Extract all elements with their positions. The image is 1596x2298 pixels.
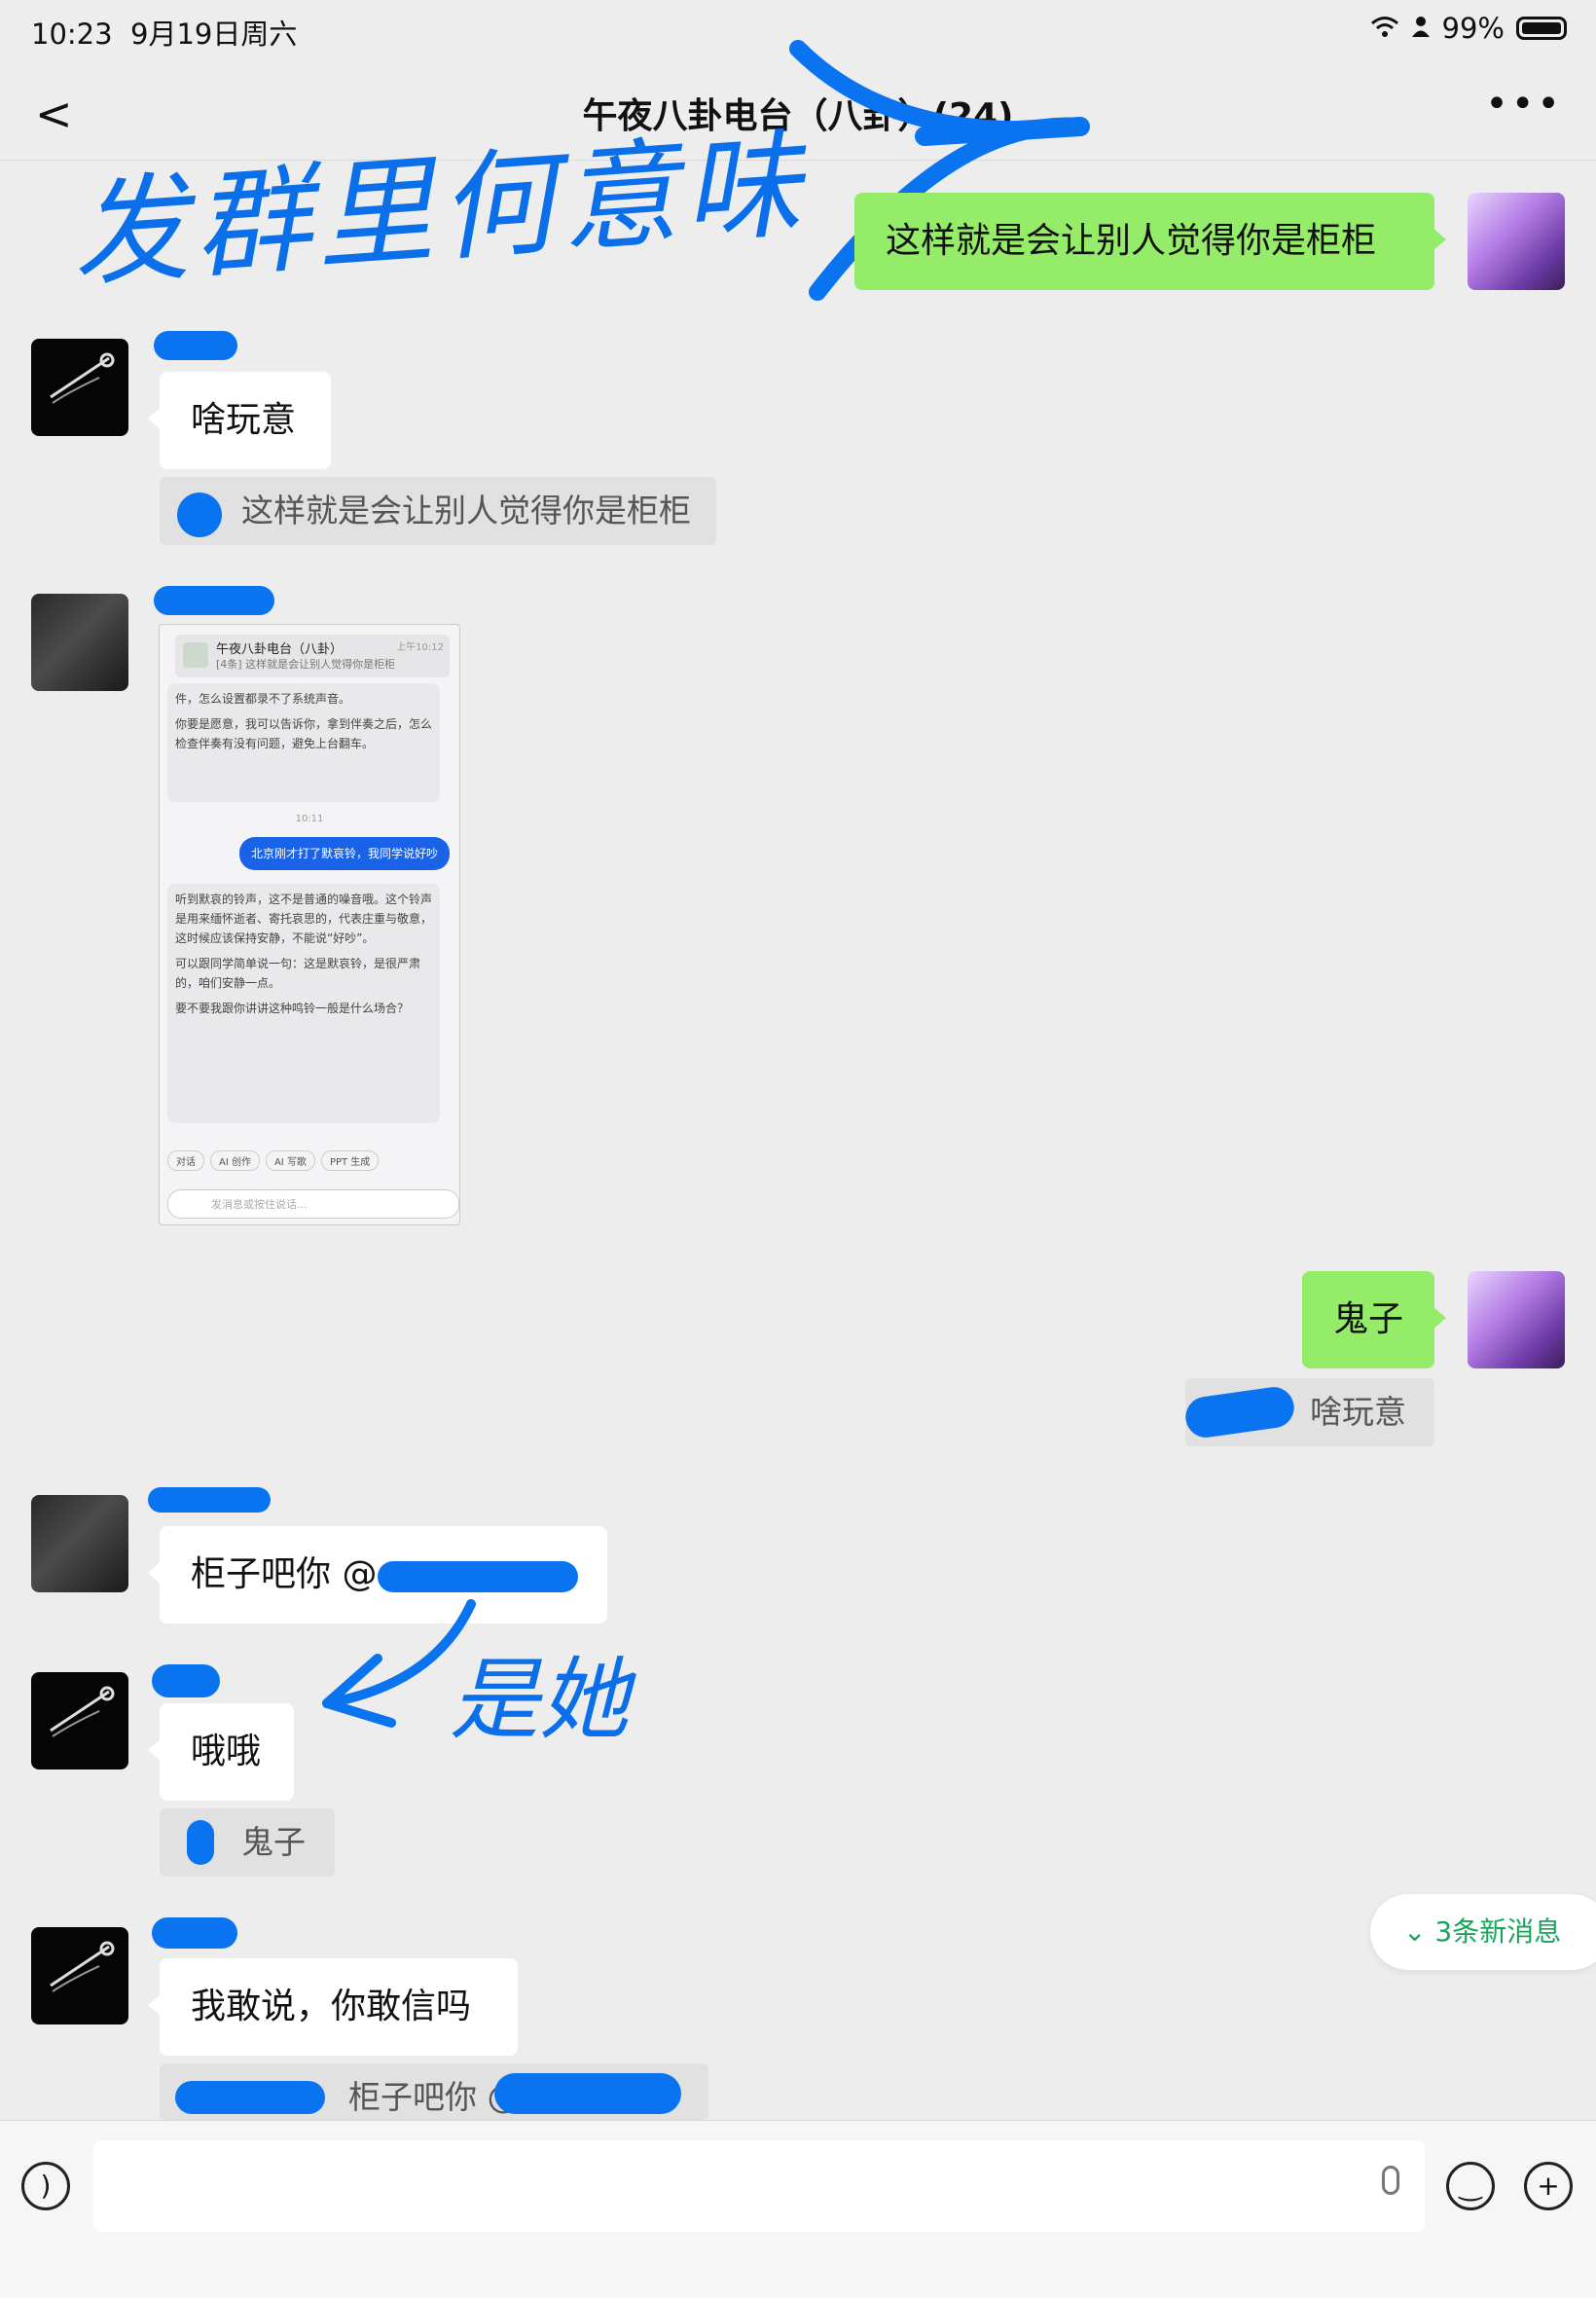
shot-chip: AI 写歌	[265, 1150, 315, 1171]
message-text: 这样就是会让别人觉得你是柜柜	[886, 221, 1377, 261]
avatar-self[interactable]	[1468, 193, 1565, 290]
status-right: 99%	[1370, 12, 1567, 45]
message-bubble-other[interactable]: 我敢说，你敢信吗	[148, 1958, 518, 2056]
message-bubble-other[interactable]: 啥玩意	[148, 372, 331, 469]
shot-paragraph: 件，怎么设置都录不了系统声音。	[175, 692, 351, 706]
group-thumbnail-icon	[183, 642, 208, 668]
new-messages-button[interactable]: ⌄ 3条新消息	[1370, 1894, 1596, 1970]
shot-chip: 对话	[167, 1150, 204, 1171]
redaction-scribble	[177, 492, 222, 537]
safety-pin-icon	[50, 352, 115, 404]
shot-paragraph: 你要是愿意，我可以告诉你，拿到伴奏之后，怎么检查伴奏有没有问题，避免上台翻车。	[175, 717, 433, 750]
shot-chips: 对话 AI 创作 AI 写歌 PPT 生成	[167, 1150, 384, 1171]
redaction-scribble	[154, 586, 274, 615]
redaction-scribble	[152, 1664, 220, 1697]
shot-user-message: 北京刚才打了默哀铃，我同学说好吵	[238, 837, 450, 870]
shot-input: 发消息或按住说话...	[167, 1189, 459, 1219]
shot-header-time: 上午10:12	[396, 642, 444, 653]
shot-paragraph: 可以跟同学简单说一句：这是默哀铃，是很严肃的，咱们安静一点。	[175, 957, 421, 990]
voice-icon: )	[40, 2170, 52, 2202]
shot-header: 午夜八卦电台（八卦） [4条] 这样就是会让别人觉得你是柜柜 上午10:12	[175, 635, 450, 677]
shot-chip: PPT 生成	[320, 1150, 380, 1171]
shot-header-sub: [4条] 这样就是会让别人觉得你是柜柜	[216, 658, 396, 671]
person-icon	[1411, 12, 1431, 45]
avatar-member[interactable]	[31, 1495, 128, 1592]
quoted-message[interactable]: 鬼子	[160, 1808, 335, 1877]
image-message[interactable]: 午夜八卦电台（八卦） [4条] 这样就是会让别人觉得你是柜柜 上午10:12 件…	[159, 624, 460, 1225]
shot-chip: AI 创作	[210, 1150, 260, 1171]
avatar-member[interactable]	[31, 339, 128, 436]
wifi-icon	[1370, 12, 1399, 45]
shot-paragraph: 要不要我跟你讲讲这种鸣铃一般是什么场合？	[175, 1002, 410, 1015]
message-text: 柜子吧你 @	[191, 1554, 378, 1594]
plus-button[interactable]: +	[1524, 2162, 1573, 2210]
redaction-scribble	[154, 331, 237, 360]
redaction-scribble	[494, 2073, 681, 2114]
message-text: 鬼子	[1333, 1299, 1404, 1339]
shot-ai-reply: 听到默哀的铃声，这不是普通的噪音哦。这个铃声是用来缅怀逝者、寄托哀思的，代表庄重…	[167, 884, 440, 1123]
redaction-scribble	[152, 1917, 237, 1949]
redaction-scribble	[378, 1561, 578, 1592]
new-messages-label: 3条新消息	[1434, 1915, 1562, 1948]
emoji-icon: ‿	[1459, 2170, 1482, 2202]
redaction-scribble	[175, 2081, 325, 2114]
message-text: 啥玩意	[191, 400, 297, 440]
quote-text: 鬼子	[241, 1823, 306, 1861]
more-options-button[interactable]: •••	[1485, 82, 1563, 127]
emoji-button[interactable]: ‿	[1446, 2162, 1495, 2210]
message-input[interactable]	[93, 2140, 1425, 2232]
message-bubble-self[interactable]: 鬼子	[1302, 1271, 1446, 1368]
message-bubble-other[interactable]: 哦哦	[148, 1703, 294, 1801]
message-bubble-self[interactable]: 这样就是会让别人觉得你是柜柜	[854, 193, 1446, 290]
microphone-icon[interactable]	[1382, 2166, 1399, 2195]
quote-text: 这样就是会让别人觉得你是柜柜	[241, 492, 691, 529]
status-time: 10:23 9月19日周六	[31, 18, 298, 51]
avatar-member[interactable]	[31, 1927, 128, 2024]
battery-icon	[1516, 17, 1567, 40]
safety-pin-icon	[50, 1686, 115, 1737]
avatar-member[interactable]	[31, 1672, 128, 1769]
safety-pin-icon	[50, 1941, 115, 1992]
redaction-scribble	[148, 1487, 271, 1513]
battery-percent: 99%	[1441, 12, 1505, 45]
voice-toggle-button[interactable]: )	[21, 2162, 70, 2210]
message-text: 哦哦	[191, 1732, 262, 1771]
redaction-scribble	[187, 1820, 214, 1865]
shot-paragraph: 听到默哀的铃声，这不是普通的噪音哦。这个铃声是用来缅怀逝者、寄托哀思的，代表庄重…	[175, 893, 433, 945]
quote-text: 啥玩意	[1310, 1393, 1406, 1431]
avatar-self[interactable]	[1468, 1271, 1565, 1368]
quote-text: 柜子吧你 @	[348, 2078, 520, 2116]
shot-header-title: 午夜八卦电台（八卦）	[216, 642, 344, 657]
avatar-member[interactable]	[31, 594, 128, 691]
quoted-message[interactable]: 这样就是会让别人觉得你是柜柜	[160, 477, 716, 545]
plus-icon: +	[1537, 2170, 1560, 2202]
shot-timestamp: 10:11	[295, 814, 324, 824]
input-bar: ) ‿ +	[0, 2120, 1596, 2298]
message-text: 我敢说，你敢信吗	[191, 1987, 472, 2026]
handwritten-note: 是她	[450, 1648, 630, 1752]
shot-ai-reply: 件，怎么设置都录不了系统声音。 你要是愿意，我可以告诉你，拿到伴奏之后，怎么检查…	[167, 683, 440, 802]
double-chevron-down-icon: ⌄	[1403, 1915, 1427, 1948]
